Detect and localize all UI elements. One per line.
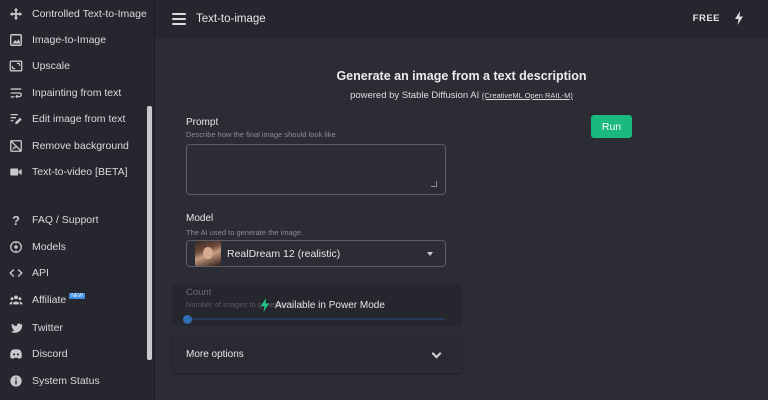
sidebar-item-affiliate[interactable]: Affiliate NEW — [0, 288, 148, 312]
sidebar-item-label: API — [32, 267, 49, 279]
sidebar-item-label: Models — [32, 241, 66, 253]
plan-label[interactable]: FREE — [693, 13, 720, 24]
main-subheading: powered by Stable Diffusion AI (Creative… — [155, 90, 768, 101]
sidebar-item-label: Controlled Text-to-Image — [32, 8, 147, 20]
main-heading: Generate an image from a text descriptio… — [336, 69, 587, 83]
upscale-icon — [8, 58, 24, 74]
sidebar-scrollbar[interactable] — [147, 106, 152, 360]
power-mode-note[interactable]: Available in Power Mode — [260, 298, 385, 312]
count-section: Count Number of images to generate Avail… — [172, 285, 462, 326]
remove-bg-icon — [8, 138, 24, 154]
run-button[interactable]: Run — [591, 115, 632, 138]
model-selected-value: RealDream 12 (realistic) — [227, 247, 341, 260]
group-icon — [8, 292, 24, 308]
chevron-down-icon — [431, 348, 442, 359]
bolt-icon[interactable] — [734, 11, 744, 25]
sidebar-item-text-to-video[interactable]: Text-to-video [BETA] — [0, 160, 148, 184]
prompt-label: Prompt — [186, 117, 219, 128]
power-bolt-icon — [261, 298, 269, 312]
twitter-icon — [8, 320, 24, 336]
sidebar-item-inpainting[interactable]: Inpainting from text — [0, 81, 148, 105]
code-icon — [8, 265, 24, 281]
power-mode-text: Available in Power Mode — [275, 299, 385, 311]
sidebar-item-edit-image[interactable]: Edit image from text — [0, 107, 148, 131]
sidebar-item-label: Twitter — [32, 322, 63, 334]
wrap-text-icon — [8, 85, 24, 101]
dropdown-caret-icon — [427, 252, 433, 256]
subheading-text: powered by Stable Diffusion AI — [350, 90, 480, 101]
sidebar-item-label: Text-to-video [BETA] — [32, 166, 128, 178]
sidebar-item-label: Edit image from text — [32, 113, 126, 125]
sidebar-item-api[interactable]: API — [0, 261, 148, 285]
sidebar-item-discord[interactable]: Discord — [0, 342, 148, 366]
count-slider-track — [187, 318, 445, 320]
models-icon — [8, 239, 24, 255]
prompt-hint: Describe how the final image should look… — [186, 130, 336, 139]
more-options-label: More options — [186, 349, 244, 360]
model-select[interactable]: RealDream 12 (realistic) — [186, 240, 446, 267]
question-icon: ? — [12, 212, 20, 228]
prompt-textarea[interactable] — [186, 144, 446, 195]
sidebar-item-label: Affiliate — [32, 294, 67, 306]
sidebar-item-label: System Status — [32, 375, 100, 387]
model-thumbnail — [195, 241, 221, 266]
sidebar-item-faq[interactable]: ? FAQ / Support — [0, 208, 148, 232]
license-link[interactable]: (CreativeML Open RAIL-M) — [482, 91, 573, 100]
resize-handle-icon[interactable] — [431, 181, 437, 187]
sidebar-item-label: Image-to-Image — [32, 34, 107, 46]
image-icon — [8, 32, 24, 48]
sidebar-item-label: Inpainting from text — [32, 87, 122, 99]
count-slider-thumb — [183, 315, 192, 324]
sidebar-item-label: Discord — [32, 348, 68, 360]
sidebar-item-system-status[interactable]: System Status — [0, 369, 148, 393]
sidebar: Controlled Text-to-Image Image-to-Image … — [0, 0, 155, 400]
sidebar-item-twitter[interactable]: Twitter — [0, 316, 148, 340]
discord-icon — [8, 346, 24, 362]
model-label: Model — [186, 213, 214, 224]
more-options-toggle[interactable]: More options — [172, 336, 462, 373]
info-icon — [8, 373, 24, 389]
sidebar-item-label: FAQ / Support — [32, 214, 99, 226]
sidebar-item-upscale[interactable]: Upscale — [0, 54, 148, 78]
model-hint: The AI used to generate the image. — [186, 228, 304, 237]
sidebar-item-remove-background[interactable]: Remove background — [0, 134, 148, 158]
edit-text-icon — [8, 111, 24, 127]
sidebar-item-label: Upscale — [32, 60, 70, 72]
video-icon — [8, 164, 24, 180]
sidebar-item-image-to-image[interactable]: Image-to-Image — [0, 28, 148, 52]
page-title: Text-to-image — [196, 13, 266, 25]
sidebar-item-label: Remove background — [32, 140, 129, 152]
menu-icon[interactable] — [172, 13, 186, 25]
top-bar: Text-to-image FREE — [155, 0, 768, 38]
sidebar-item-models[interactable]: Models — [0, 235, 148, 259]
count-label: Count — [186, 287, 212, 298]
sidebar-item-controlled-text-to-image[interactable]: Controlled Text-to-Image — [0, 2, 148, 26]
new-badge: NEW — [69, 293, 85, 299]
move-icon — [8, 6, 24, 22]
